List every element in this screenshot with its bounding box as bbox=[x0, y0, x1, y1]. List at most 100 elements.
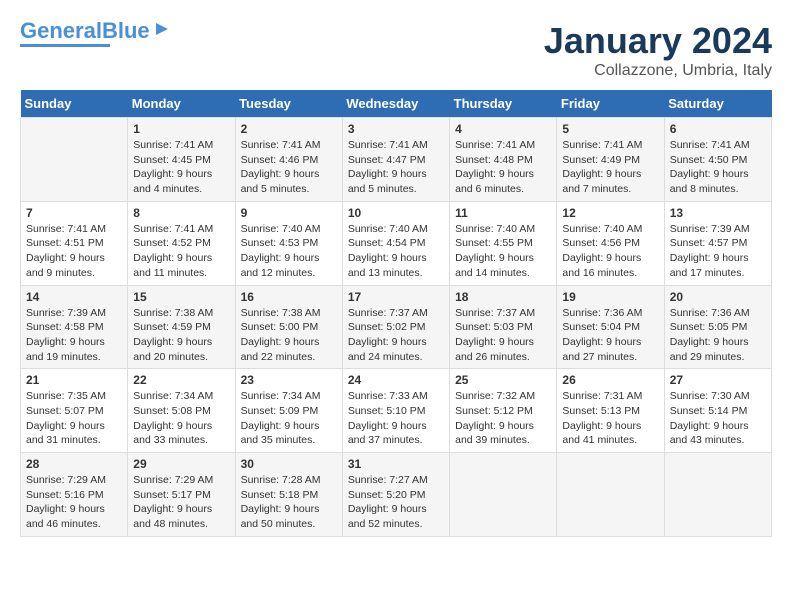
calendar-cell: 7Sunrise: 7:41 AMSunset: 4:51 PMDaylight… bbox=[21, 201, 128, 285]
calendar-cell: 5 Sunrise: 7:41 AMSunset: 4:49 PMDaylight… bbox=[557, 118, 664, 202]
day-info: Sunrise: 7:41 AMSunset: 4:49 PMDaylight:… bbox=[562, 138, 658, 197]
day-info: Sunrise: 7:38 AMSunset: 4:59 PMDaylight:… bbox=[133, 306, 229, 365]
calendar-week-row: 28 Sunrise: 7:29 AMSunset: 5:16 PMDayligh… bbox=[21, 453, 772, 537]
calendar-cell: 6 Sunrise: 7:41 AMSunset: 4:50 PMDaylight… bbox=[664, 118, 771, 202]
weekday-header-row: SundayMondayTuesdayWednesdayThursdayFrid… bbox=[21, 90, 772, 118]
day-info: Sunrise: 7:41 AMSunset: 4:45 PMDaylight:… bbox=[133, 138, 229, 197]
calendar-cell bbox=[557, 453, 664, 537]
day-number: 5 bbox=[562, 122, 658, 136]
calendar-week-row: 21 Sunrise: 7:35 AMSunset: 5:07 PMDayligh… bbox=[21, 369, 772, 453]
calendar-cell: 13 Sunrise: 7:39 AMSunset: 4:57 PMDayligh… bbox=[664, 201, 771, 285]
day-number: 7 bbox=[26, 206, 122, 220]
month-year-title: January 2024 bbox=[544, 20, 772, 62]
day-number: 15 bbox=[133, 290, 229, 304]
logo-text: GeneralBlue bbox=[20, 20, 150, 42]
calendar-cell: 18 Sunrise: 7:37 AMSunset: 5:03 PMDayligh… bbox=[450, 285, 557, 369]
day-info: Sunrise: 7:41 AMSunset: 4:52 PMDaylight:… bbox=[133, 222, 229, 281]
calendar-cell: 17 Sunrise: 7:37 AMSunset: 5:02 PMDayligh… bbox=[342, 285, 449, 369]
calendar-cell: 28 Sunrise: 7:29 AMSunset: 5:16 PMDayligh… bbox=[21, 453, 128, 537]
day-number: 19 bbox=[562, 290, 658, 304]
day-number: 29 bbox=[133, 457, 229, 471]
day-number: 22 bbox=[133, 373, 229, 387]
day-number: 18 bbox=[455, 290, 551, 304]
weekday-header-thursday: Thursday bbox=[450, 90, 557, 118]
day-number: 13 bbox=[670, 206, 766, 220]
day-number: 17 bbox=[348, 290, 444, 304]
day-number: 3 bbox=[348, 122, 444, 136]
logo-arrow-icon bbox=[152, 19, 172, 39]
calendar-cell: 27 Sunrise: 7:30 AMSunset: 5:14 PMDayligh… bbox=[664, 369, 771, 453]
day-info: Sunrise: 7:40 AMSunset: 4:53 PMDaylight:… bbox=[241, 222, 337, 281]
day-info: Sunrise: 7:37 AMSunset: 5:03 PMDaylight:… bbox=[455, 306, 551, 365]
calendar-cell: 25 Sunrise: 7:32 AMSunset: 5:12 PMDayligh… bbox=[450, 369, 557, 453]
weekday-header-tuesday: Tuesday bbox=[235, 90, 342, 118]
day-info: Sunrise: 7:37 AMSunset: 5:02 PMDaylight:… bbox=[348, 306, 444, 365]
calendar-week-row: 7Sunrise: 7:41 AMSunset: 4:51 PMDaylight… bbox=[21, 201, 772, 285]
calendar-cell: 21 Sunrise: 7:35 AMSunset: 5:07 PMDayligh… bbox=[21, 369, 128, 453]
day-info: Sunrise: 7:32 AMSunset: 5:12 PMDaylight:… bbox=[455, 389, 551, 448]
day-info: Sunrise: 7:38 AMSunset: 5:00 PMDaylight:… bbox=[241, 306, 337, 365]
weekday-header-sunday: Sunday bbox=[21, 90, 128, 118]
day-number: 1 bbox=[133, 122, 229, 136]
calendar-week-row: 14Sunrise: 7:39 AMSunset: 4:58 PMDayligh… bbox=[21, 285, 772, 369]
page-header: GeneralBlue January 2024 Collazzone, Umb… bbox=[20, 20, 772, 80]
calendar-table: SundayMondayTuesdayWednesdayThursdayFrid… bbox=[20, 90, 772, 537]
calendar-cell: 10Sunrise: 7:40 AMSunset: 4:54 PMDayligh… bbox=[342, 201, 449, 285]
day-info: Sunrise: 7:36 AMSunset: 5:04 PMDaylight:… bbox=[562, 306, 658, 365]
weekday-header-friday: Friday bbox=[557, 90, 664, 118]
title-block: January 2024 Collazzone, Umbria, Italy bbox=[544, 20, 772, 80]
day-number: 11 bbox=[455, 206, 551, 220]
calendar-cell: 8 Sunrise: 7:41 AMSunset: 4:52 PMDaylight… bbox=[128, 201, 235, 285]
day-info: Sunrise: 7:40 AMSunset: 4:56 PMDaylight:… bbox=[562, 222, 658, 281]
day-info: Sunrise: 7:28 AMSunset: 5:18 PMDaylight:… bbox=[241, 473, 337, 532]
calendar-cell bbox=[664, 453, 771, 537]
day-info: Sunrise: 7:29 AMSunset: 5:16 PMDaylight:… bbox=[26, 473, 122, 532]
calendar-cell: 12Sunrise: 7:40 AMSunset: 4:56 PMDayligh… bbox=[557, 201, 664, 285]
calendar-cell: 23Sunrise: 7:34 AMSunset: 5:09 PMDayligh… bbox=[235, 369, 342, 453]
day-info: Sunrise: 7:39 AMSunset: 4:57 PMDaylight:… bbox=[670, 222, 766, 281]
calendar-cell: 1 Sunrise: 7:41 AMSunset: 4:45 PMDaylight… bbox=[128, 118, 235, 202]
calendar-cell: 2Sunrise: 7:41 AMSunset: 4:46 PMDaylight… bbox=[235, 118, 342, 202]
day-number: 6 bbox=[670, 122, 766, 136]
logo: GeneralBlue bbox=[20, 20, 172, 47]
day-number: 16 bbox=[241, 290, 337, 304]
calendar-cell: 14Sunrise: 7:39 AMSunset: 4:58 PMDayligh… bbox=[21, 285, 128, 369]
day-number: 27 bbox=[670, 373, 766, 387]
day-info: Sunrise: 7:41 AMSunset: 4:50 PMDaylight:… bbox=[670, 138, 766, 197]
calendar-cell: 31 Sunrise: 7:27 AMSunset: 5:20 PMDayligh… bbox=[342, 453, 449, 537]
day-info: Sunrise: 7:30 AMSunset: 5:14 PMDaylight:… bbox=[670, 389, 766, 448]
day-number: 25 bbox=[455, 373, 551, 387]
weekday-header-saturday: Saturday bbox=[664, 90, 771, 118]
calendar-cell: 24 Sunrise: 7:33 AMSunset: 5:10 PMDayligh… bbox=[342, 369, 449, 453]
day-info: Sunrise: 7:40 AMSunset: 4:54 PMDaylight:… bbox=[348, 222, 444, 281]
day-number: 28 bbox=[26, 457, 122, 471]
weekday-header-wednesday: Wednesday bbox=[342, 90, 449, 118]
day-info: Sunrise: 7:27 AMSunset: 5:20 PMDaylight:… bbox=[348, 473, 444, 532]
day-number: 8 bbox=[133, 206, 229, 220]
day-number: 31 bbox=[348, 457, 444, 471]
day-info: Sunrise: 7:35 AMSunset: 5:07 PMDaylight:… bbox=[26, 389, 122, 448]
calendar-cell: 4Sunrise: 7:41 AMSunset: 4:48 PMDaylight… bbox=[450, 118, 557, 202]
day-number: 26 bbox=[562, 373, 658, 387]
calendar-cell: 3 Sunrise: 7:41 AMSunset: 4:47 PMDaylight… bbox=[342, 118, 449, 202]
day-number: 20 bbox=[670, 290, 766, 304]
day-number: 24 bbox=[348, 373, 444, 387]
calendar-cell: 9Sunrise: 7:40 AMSunset: 4:53 PMDaylight… bbox=[235, 201, 342, 285]
location-subtitle: Collazzone, Umbria, Italy bbox=[544, 62, 772, 80]
day-number: 30 bbox=[241, 457, 337, 471]
calendar-cell: 29Sunrise: 7:29 AMSunset: 5:17 PMDayligh… bbox=[128, 453, 235, 537]
calendar-cell: 22 Sunrise: 7:34 AMSunset: 5:08 PMDayligh… bbox=[128, 369, 235, 453]
calendar-cell: 26Sunrise: 7:31 AMSunset: 5:13 PMDayligh… bbox=[557, 369, 664, 453]
calendar-cell: 15 Sunrise: 7:38 AMSunset: 4:59 PMDayligh… bbox=[128, 285, 235, 369]
calendar-cell: 30 Sunrise: 7:28 AMSunset: 5:18 PMDayligh… bbox=[235, 453, 342, 537]
day-info: Sunrise: 7:34 AMSunset: 5:08 PMDaylight:… bbox=[133, 389, 229, 448]
day-info: Sunrise: 7:33 AMSunset: 5:10 PMDaylight:… bbox=[348, 389, 444, 448]
calendar-cell bbox=[21, 118, 128, 202]
day-number: 21 bbox=[26, 373, 122, 387]
day-info: Sunrise: 7:41 AMSunset: 4:47 PMDaylight:… bbox=[348, 138, 444, 197]
calendar-cell: 16 Sunrise: 7:38 AMSunset: 5:00 PMDayligh… bbox=[235, 285, 342, 369]
day-info: Sunrise: 7:34 AMSunset: 5:09 PMDaylight:… bbox=[241, 389, 337, 448]
weekday-header-monday: Monday bbox=[128, 90, 235, 118]
calendar-cell: 11Sunrise: 7:40 AMSunset: 4:55 PMDayligh… bbox=[450, 201, 557, 285]
calendar-cell bbox=[450, 453, 557, 537]
